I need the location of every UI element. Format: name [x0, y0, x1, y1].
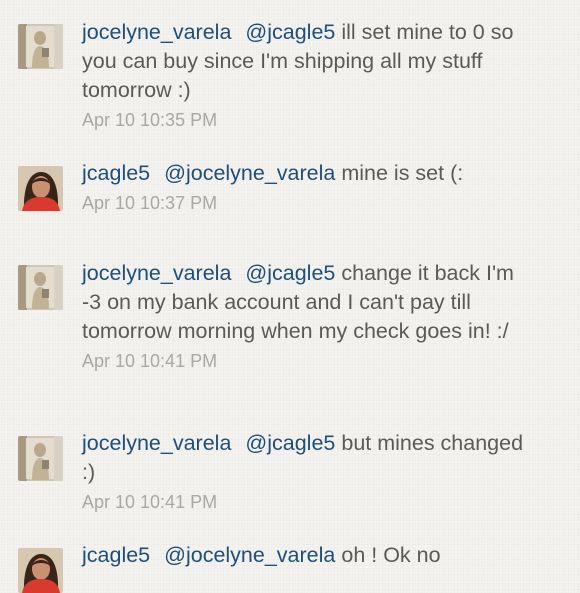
mirror-selfie-avatar[interactable] [18, 436, 63, 481]
comment-mention[interactable]: @jcagle5 [245, 261, 335, 285]
comment-username[interactable]: jocelyne_varela [82, 261, 231, 285]
comment-text: jocelyne_varela @jcagle5 ill set mine to … [82, 18, 537, 105]
comment-username[interactable]: jocelyne_varela [82, 20, 231, 44]
comment-body: jcagle5 @jocelyne_varela oh ! Ok no [82, 541, 537, 570]
portrait-avatar[interactable] [18, 166, 63, 211]
comment-message: oh ! Ok no [341, 543, 441, 567]
mirror-selfie-avatar[interactable] [18, 24, 63, 69]
comment-text: jocelyne_varela @jcagle5 but mines change… [82, 429, 537, 487]
comment-mention[interactable]: @jcagle5 [245, 20, 335, 44]
comment-username[interactable]: jcagle5 [82, 543, 150, 567]
comment-username[interactable]: jocelyne_varela [82, 431, 231, 455]
comment-username[interactable]: jcagle5 [82, 161, 150, 185]
comment-timestamp: Apr 10 10:37 PM [82, 193, 218, 213]
comment-text: jcagle5 @jocelyne_varela mine is set (: [82, 159, 537, 188]
comment-timestamp: Apr 10 10:41 PM [82, 351, 218, 371]
comment-body: jocelyne_varela @jcagle5 change it back I… [82, 259, 537, 372]
comment-list: jocelyne_varela @jcagle5 ill set mine to … [0, 0, 580, 580]
comment-message: mine is set (: [341, 161, 464, 185]
comment-mention[interactable]: @jcagle5 [245, 431, 335, 455]
mirror-selfie-avatar[interactable] [18, 265, 63, 310]
portrait-avatar[interactable] [18, 548, 63, 593]
comment-body: jocelyne_varela @jcagle5 ill set mine to … [82, 18, 537, 131]
comment-text: jcagle5 @jocelyne_varela oh ! Ok no [82, 541, 537, 570]
comment-mention[interactable]: @jocelyne_varela [164, 543, 335, 567]
comment-mention[interactable]: @jocelyne_varela [164, 161, 335, 185]
comment-body: jocelyne_varela @jcagle5 but mines change… [82, 429, 537, 513]
comment-body: jcagle5 @jocelyne_varela mine is set (: A… [82, 159, 537, 214]
comment-timestamp: Apr 10 10:41 PM [82, 492, 218, 512]
comment-timestamp: Apr 10 10:35 PM [82, 110, 218, 130]
comment-text: jocelyne_varela @jcagle5 change it back I… [82, 259, 537, 346]
